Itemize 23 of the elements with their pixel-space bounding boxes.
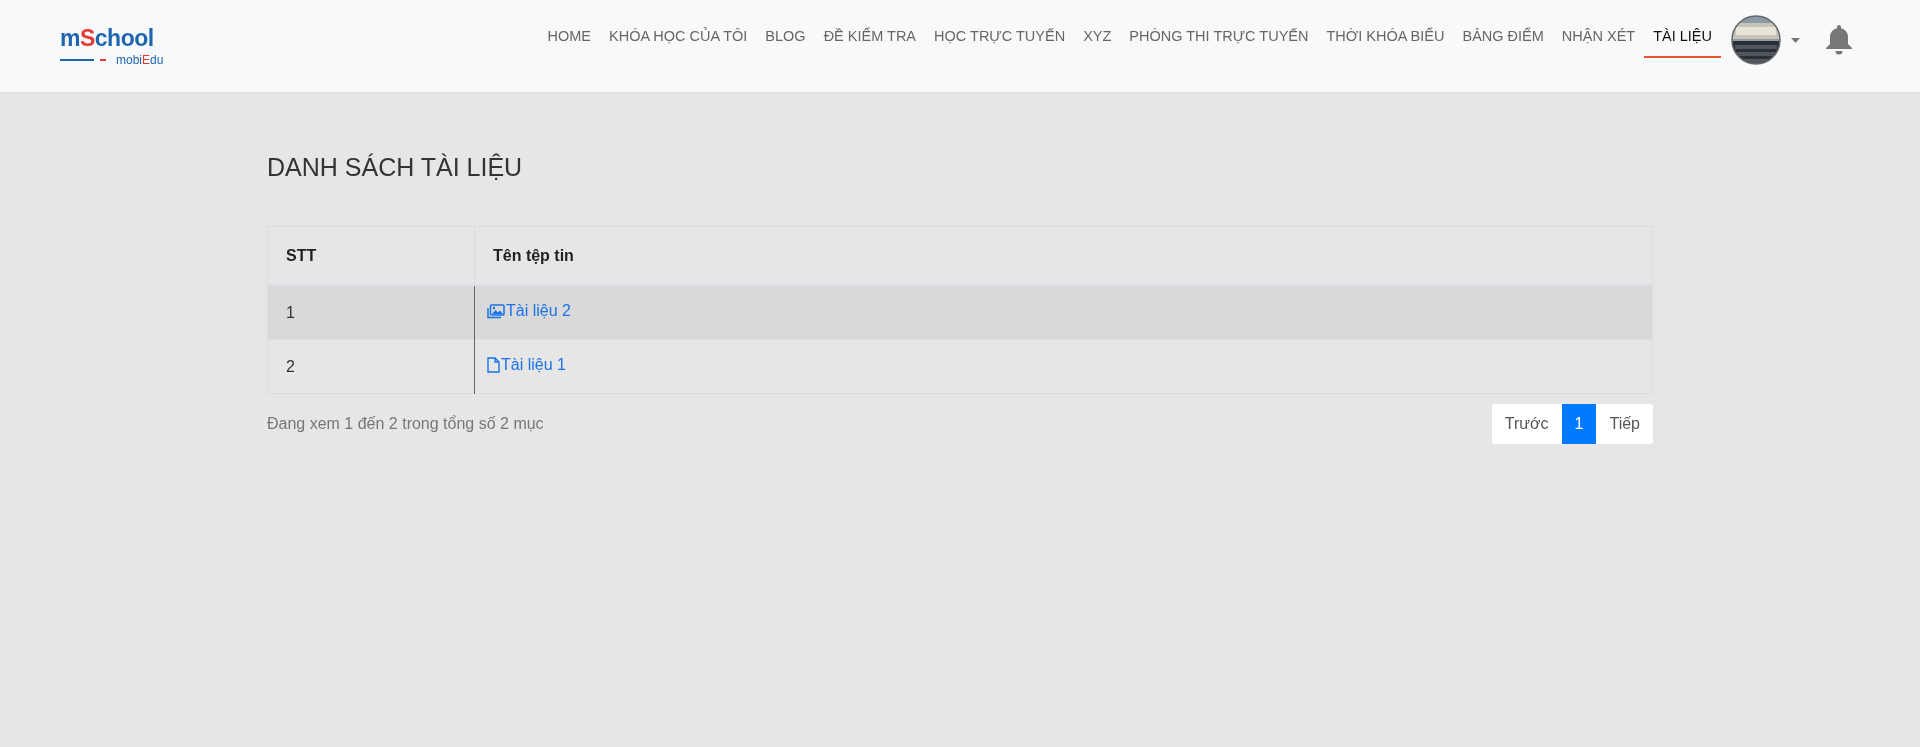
page-title: DANH SÁCH TÀI LIỆU xyxy=(267,153,524,182)
nav-link[interactable]: BLOG xyxy=(756,15,815,58)
notification-bell-icon[interactable] xyxy=(1826,25,1852,55)
image-file-icon xyxy=(487,303,505,319)
nav-link[interactable]: XYZ xyxy=(1074,15,1121,58)
nav-link[interactable]: TÀI LIỆU xyxy=(1644,15,1721,58)
table-cell: 2 xyxy=(286,357,295,375)
nav-link[interactable]: PHÒNG THI TRỰC TUYẾN xyxy=(1120,15,1318,58)
document-icon xyxy=(487,357,500,373)
file-link[interactable]: Tài liệu 1 xyxy=(487,356,566,374)
nav-link[interactable]: THỜI KHÓA BIỂU xyxy=(1317,15,1454,58)
file-link[interactable]: Tài liệu 2 xyxy=(487,302,571,321)
nav-link[interactable]: KHÓA HỌC CỦA TÔI xyxy=(600,15,757,58)
nav-link[interactable]: ĐỀ KIỂM TRA xyxy=(814,15,926,58)
nav-link[interactable]: HỌC TRỰC TUYẾN xyxy=(925,15,1075,58)
nav-link[interactable]: BẢNG ĐIỂM xyxy=(1453,15,1553,58)
table-cell: 1 xyxy=(286,303,295,321)
nav-link[interactable]: NHẬN XÉT xyxy=(1552,15,1645,58)
caret-icon[interactable] xyxy=(1791,38,1800,43)
mschool-logo[interactable]: mSchool mobiEdu xyxy=(60,26,164,66)
page-button[interactable]: 1 xyxy=(1561,404,1597,444)
entries-summary: Đang xem 1 đến 2 trong tổng số 2 mục xyxy=(267,415,544,433)
nav-link[interactable]: HOME xyxy=(538,15,600,58)
